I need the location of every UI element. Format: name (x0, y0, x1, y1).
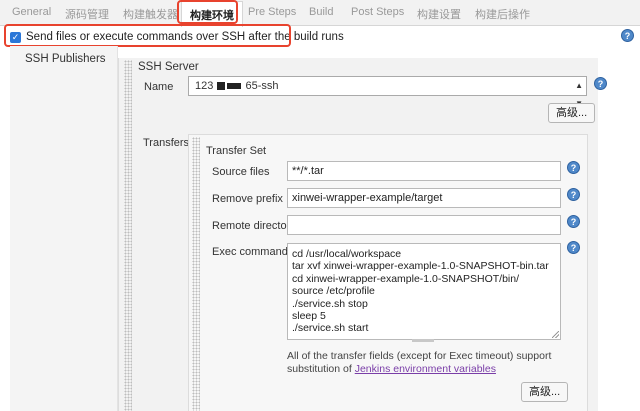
redacted-mark (217, 82, 226, 91)
jenkins-env-vars-link[interactable]: Jenkins environment variables (355, 363, 496, 375)
checkbox-checked-icon[interactable]: ✓ (10, 31, 21, 43)
tab-build-triggers[interactable]: 构建触发器 (123, 6, 178, 22)
exec-command-line: cd /usr/local/workspace (292, 248, 402, 260)
ssh-publish-checkbox-label: Send files or execute commands over SSH … (26, 31, 344, 43)
help-icon[interactable]: ? (567, 188, 580, 201)
help-icon[interactable]: ? (594, 77, 607, 90)
exec-command-line: ./service.sh start (292, 322, 369, 335)
remove-prefix-label: Remove prefix (212, 193, 283, 205)
exec-command-line: cd xinwei-wrapper-example-1.0-SNAPSHOT/b… (292, 272, 519, 285)
remote-directory-input[interactable] (287, 215, 561, 235)
ssh-publishers-label: SSH Publishers (25, 53, 106, 65)
exec-command-label: Exec command (212, 246, 288, 258)
ssh-server-name-prefix: 123 (195, 80, 214, 92)
ssh-publish-option[interactable]: ✓ Send files or execute commands over SS… (10, 29, 344, 45)
help-icon[interactable]: ? (567, 161, 580, 174)
tab-bar: General 源码管理 构建触发器 构建环境 Pre Steps Build … (0, 0, 640, 27)
transfer-set-advanced-button[interactable]: 高级... (521, 382, 569, 402)
exec-command-line: tar xvf xinwei-wrapper-example-1.0-SNAPS… (292, 260, 549, 273)
resize-handle-icon[interactable] (552, 331, 559, 338)
tab-pre-steps[interactable]: Pre Steps (248, 6, 296, 18)
ssh-server-advanced-button[interactable]: 高级... (548, 103, 596, 123)
help-icon[interactable]: ? (621, 29, 634, 42)
tab-build[interactable]: Build (309, 6, 333, 18)
remove-prefix-input[interactable]: xinwei-wrapper-example/target (287, 188, 561, 208)
exec-command-textarea[interactable]: cd /usr/local/workspace tar xvf xinwei-w… (287, 243, 561, 340)
tab-post-build-actions[interactable]: 构建后操作 (475, 6, 530, 22)
source-files-input[interactable]: **/*.tar (287, 161, 561, 181)
tab-source-control[interactable]: 源码管理 (65, 6, 109, 22)
transfers-label: Transfers (143, 137, 190, 149)
substitution-note: All of the transfer fields (except for E… (287, 350, 567, 376)
transfer-set-title: Transfer Set (206, 145, 267, 157)
drag-handle-icon[interactable] (192, 137, 200, 411)
redacted-mark (227, 83, 242, 90)
exec-command-line: source /etc/profile (292, 285, 375, 298)
tab-post-steps[interactable]: Post Steps (351, 6, 404, 18)
tab-general[interactable]: General (12, 6, 51, 18)
ssh-server-title: SSH Server (138, 61, 199, 73)
help-icon[interactable]: ? (567, 215, 580, 228)
exec-command-line: ./service.sh stop (292, 297, 368, 310)
ssh-server-name-suffix: 65-ssh (245, 80, 279, 92)
help-icon[interactable]: ? (567, 241, 580, 254)
tab-build-settings[interactable]: 构建设置 (417, 6, 461, 22)
exec-command-line: sleep 5 (292, 310, 326, 323)
source-files-label: Source files (212, 166, 270, 178)
ssh-server-select[interactable]: 123 65-ssh ▲▼ (188, 76, 587, 108)
tab-build-environment[interactable]: 构建环境 (181, 1, 243, 27)
drag-handle-icon[interactable] (124, 60, 132, 411)
publishers-column (10, 46, 118, 411)
textarea-scrollbar[interactable] (412, 339, 434, 342)
remote-directory-label: Remote directory (212, 220, 296, 232)
name-label: Name (144, 81, 174, 93)
